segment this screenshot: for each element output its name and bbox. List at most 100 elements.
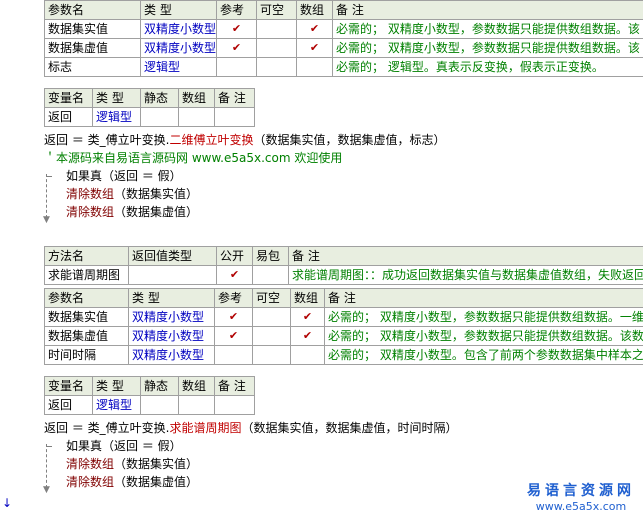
header-ref: 参考 xyxy=(216,0,257,20)
table-row[interactable]: 返回 逻辑型 xyxy=(44,395,255,415)
nullable-cell[interactable] xyxy=(256,38,297,58)
watermark-title: 易语言资源网 xyxy=(527,483,635,499)
header-var-type: 类 型 xyxy=(92,88,141,108)
table-row[interactable]: 返回 逻辑型 xyxy=(44,107,255,127)
header-var-note: 备 注 xyxy=(214,88,255,108)
table-row[interactable]: 时间时隔 双精度小数型 必需的； 双精度小数型。包含了前两个参数数据集中样本之 xyxy=(44,345,643,365)
param-note[interactable]: 必需的； 双精度小数型。包含了前两个参数数据集中样本之 xyxy=(324,345,643,365)
code-line-if[interactable]: 如果真（返回 ＝ 假） xyxy=(66,168,182,184)
header-nullable: 可空 xyxy=(256,0,297,20)
param-note[interactable]: 必需的； 双精度小数型，参数数据只能提供数组数据。该数 xyxy=(324,326,643,346)
header-var-type: 类 型 xyxy=(92,376,141,396)
var-note[interactable] xyxy=(214,395,255,415)
table-row[interactable]: 数据集虚值 双精度小数型 ✔ ✔ 必需的； 双精度小数型，参数数据只能提供数组数… xyxy=(44,326,643,346)
param-name[interactable]: 数据集实值 xyxy=(44,307,129,327)
table-row[interactable]: 标志 逻辑型 必需的； 逻辑型。真表示反变换，假表示正变换。 xyxy=(44,57,643,77)
var-note[interactable] xyxy=(214,107,255,127)
param-name[interactable]: 时间时隔 xyxy=(44,345,129,365)
param-note[interactable]: 必需的； 双精度小数型，参数数据只能提供数组数据。该 xyxy=(332,38,643,58)
method-return-type[interactable] xyxy=(128,265,217,285)
public-check-icon[interactable]: ✔ xyxy=(216,265,253,285)
param-type[interactable]: 双精度小数型 xyxy=(128,345,215,365)
ref-check-icon[interactable]: ✔ xyxy=(214,307,253,327)
param-type[interactable]: 双精度小数型 xyxy=(128,326,215,346)
pkg-cell[interactable] xyxy=(252,265,289,285)
vars-header-row: 变量名 类 型 静态 数组 备 注 xyxy=(44,88,255,108)
table-row[interactable]: 求能谱周期图 ✔ 求能谱周期图：：成功返回数据集实值与数据集虚值数组，失败返回空 xyxy=(44,265,643,285)
var-array[interactable] xyxy=(178,395,215,415)
code-line-clear-1[interactable]: 清除数组（数据集实值） xyxy=(66,186,198,202)
ref-cell[interactable] xyxy=(216,57,257,77)
ref-cell[interactable] xyxy=(214,345,253,365)
var-type[interactable]: 逻辑型 xyxy=(92,107,141,127)
method-note[interactable]: 求能谱周期图：：成功返回数据集实值与数据集虚值数组，失败返回空 xyxy=(288,265,643,285)
param-type[interactable]: 双精度小数型 xyxy=(140,38,217,58)
var-name[interactable]: 返回 xyxy=(44,395,93,415)
flow-arrow-icon: ▼ xyxy=(43,485,50,495)
var-type[interactable]: 逻辑型 xyxy=(92,395,141,415)
params-header-row: 参数名 类 型 参考 可空 数组 备 注 xyxy=(44,288,643,308)
header-pkg: 易包 xyxy=(252,246,289,266)
table-row[interactable]: 数据集实值 双精度小数型 ✔ ✔ 必需的； 双精度小数型，参数数据只能提供数组数… xyxy=(44,19,643,39)
nullable-cell[interactable] xyxy=(256,19,297,39)
array-check-icon[interactable]: ✔ xyxy=(296,19,333,39)
code-line-clear-2[interactable]: 清除数组（数据集虚值） xyxy=(66,474,198,490)
flow-line xyxy=(46,174,47,218)
param-note[interactable]: 必需的； 逻辑型。真表示反变换，假表示正变换。 xyxy=(332,57,643,77)
function-args: （数据集实值，数据集虚值，时间时隔） xyxy=(241,421,458,435)
clear-arg: （数据集实值） xyxy=(114,457,199,471)
header-public: 公开 xyxy=(216,246,253,266)
var-name[interactable]: 返回 xyxy=(44,107,93,127)
ref-check-icon[interactable]: ✔ xyxy=(216,38,257,58)
ref-check-icon[interactable]: ✔ xyxy=(214,326,253,346)
header-nullable: 可空 xyxy=(252,288,291,308)
code-line-if[interactable]: 如果真（返回 ＝ 假） xyxy=(66,438,182,454)
header-method-name: 方法名 xyxy=(44,246,129,266)
method-name[interactable]: 求能谱周期图 xyxy=(44,265,129,285)
clear-arg: （数据集虚值） xyxy=(114,475,199,489)
params-table-2: 参数名 类 型 参考 可空 数组 备 注 数据集实值 双精度小数型 ✔ ✔ 必需… xyxy=(44,288,643,365)
var-static[interactable] xyxy=(140,107,179,127)
table-row[interactable]: 数据集虚值 双精度小数型 ✔ ✔ 必需的； 双精度小数型，参数数据只能提供数组数… xyxy=(44,38,643,58)
table-row[interactable]: 数据集实值 双精度小数型 ✔ ✔ 必需的； 双精度小数型，参数数据只能提供数组数… xyxy=(44,307,643,327)
ref-check-icon[interactable]: ✔ xyxy=(216,19,257,39)
code-line-assign[interactable]: 返回 ＝ 类_傅立叶变换.求能谱周期图（数据集实值，数据集虚值，时间时隔） xyxy=(44,420,457,436)
param-name[interactable]: 数据集虚值 xyxy=(44,326,129,346)
header-static: 静态 xyxy=(140,88,179,108)
param-name[interactable]: 数据集实值 xyxy=(44,19,141,39)
code-comment[interactable]: ＇本源码来自易语言源码网 www.e5a5x.com 欢迎使用 xyxy=(44,150,342,166)
header-var-note: 备 注 xyxy=(214,376,255,396)
clear-fn: 清除数组 xyxy=(66,187,115,201)
array-cell[interactable] xyxy=(290,345,325,365)
array-check-icon[interactable]: ✔ xyxy=(290,307,325,327)
vars-header-row: 变量名 类 型 静态 数组 备 注 xyxy=(44,376,255,396)
nullable-cell[interactable] xyxy=(256,57,297,77)
param-name[interactable]: 标志 xyxy=(44,57,141,77)
var-static[interactable] xyxy=(140,395,179,415)
array-cell[interactable] xyxy=(296,57,333,77)
header-note: 备 注 xyxy=(324,288,643,308)
param-type[interactable]: 逻辑型 xyxy=(140,57,217,77)
param-note[interactable]: 必需的； 双精度小数型，参数数据只能提供数组数据。该 xyxy=(332,19,643,39)
nullable-cell[interactable] xyxy=(252,307,291,327)
param-note[interactable]: 必需的； 双精度小数型，参数数据只能提供数组数据。一维 xyxy=(324,307,643,327)
param-name[interactable]: 数据集虚值 xyxy=(44,38,141,58)
var-array[interactable] xyxy=(178,107,215,127)
vars-table-2: 变量名 类 型 静态 数组 备 注 返回 逻辑型 xyxy=(44,376,255,415)
watermark: 易语言资源网 www.e5a5x.com xyxy=(527,482,635,514)
vars-table-1: 变量名 类 型 静态 数组 备 注 返回 逻辑型 xyxy=(44,88,255,127)
code-line-assign[interactable]: 返回 ＝ 类_傅立叶变换.二维傅立叶变换（数据集实值，数据集虚值，标志） xyxy=(44,132,445,148)
assign-text: 返回 ＝ 类_傅立叶变换. xyxy=(44,421,170,435)
nullable-cell[interactable] xyxy=(252,345,291,365)
nullable-cell[interactable] xyxy=(252,326,291,346)
array-check-icon[interactable]: ✔ xyxy=(290,326,325,346)
code-line-clear-1[interactable]: 清除数组（数据集实值） xyxy=(66,456,198,472)
code-line-clear-2[interactable]: 清除数组（数据集虚值） xyxy=(66,204,198,220)
header-var-name: 变量名 xyxy=(44,88,93,108)
param-type[interactable]: 双精度小数型 xyxy=(140,19,217,39)
watermark-url: www.e5a5x.com xyxy=(535,500,627,513)
flow-tick xyxy=(46,176,52,177)
param-type[interactable]: 双精度小数型 xyxy=(128,307,215,327)
array-check-icon[interactable]: ✔ xyxy=(296,38,333,58)
header-note: 备 注 xyxy=(332,0,643,20)
